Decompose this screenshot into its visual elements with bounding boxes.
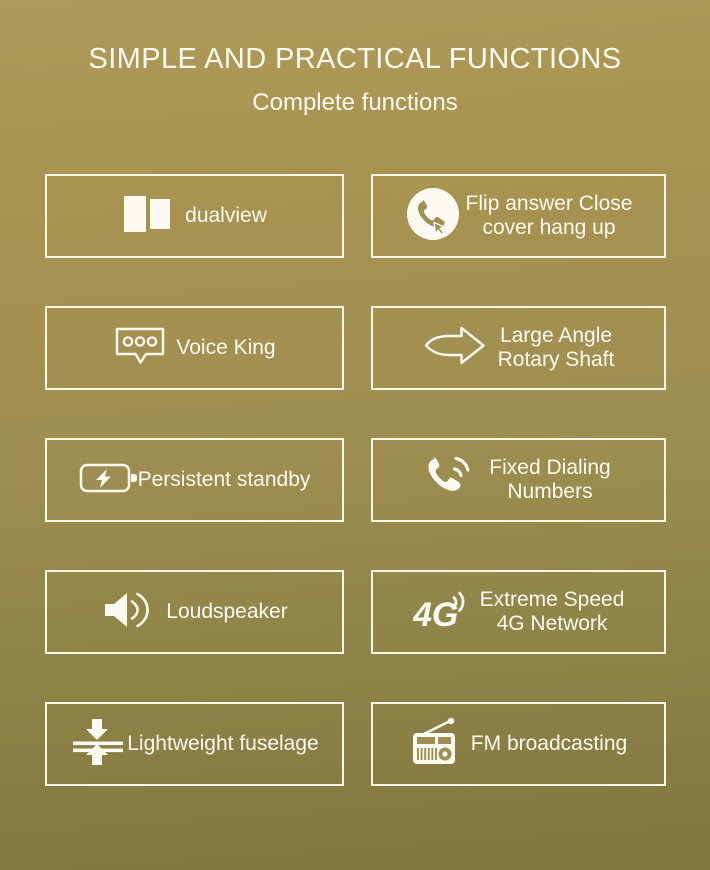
feature-label: Flip answer Close cover hang up bbox=[465, 192, 633, 239]
page-subtitle: Complete functions bbox=[252, 88, 458, 116]
header: SIMPLE AND PRACTICAL FUNCTIONS Complete … bbox=[0, 0, 710, 116]
feature-label: Large Angle Rotary Shaft bbox=[497, 324, 615, 371]
feature-card-rotary-shaft[interactable]: Large Angle Rotary Shaft bbox=[371, 306, 666, 390]
feature-card-dualview[interactable]: dualview bbox=[45, 174, 344, 258]
feature-poster: SIMPLE AND PRACTICAL FUNCTIONS Complete … bbox=[0, 0, 710, 870]
curved-arrow-icon bbox=[423, 325, 489, 372]
feature-card-fixed-dialing[interactable]: Fixed Dialing Numbers bbox=[371, 438, 666, 522]
dialing-phone-icon bbox=[426, 453, 480, 508]
radio-icon bbox=[410, 716, 466, 773]
feature-card-4g-network[interactable]: 4G Extreme Speed 4G Network bbox=[371, 570, 666, 654]
four-g-signal-icon: 4G bbox=[412, 586, 475, 639]
loudspeaker-icon bbox=[101, 587, 157, 638]
page-title: SIMPLE AND PRACTICAL FUNCTIONS bbox=[88, 43, 622, 75]
feature-label: FM broadcasting bbox=[470, 732, 628, 756]
feature-card-flip-answer[interactable]: Flip answer Close cover hang up bbox=[371, 174, 666, 258]
feature-label: Lightweight fuselage bbox=[127, 732, 319, 756]
feature-card-voice-king[interactable]: Voice King bbox=[45, 306, 344, 390]
feature-label: Loudspeaker bbox=[166, 600, 288, 624]
feature-card-persistent-standby[interactable]: Persistent standby bbox=[45, 438, 344, 522]
feature-grid: dualview Flip answer Close cover hang up bbox=[45, 174, 666, 786]
flip-answer-phone-icon bbox=[405, 186, 461, 247]
feature-label: Persistent standby bbox=[137, 468, 311, 492]
feature-card-fm-broadcasting[interactable]: FM broadcasting bbox=[371, 702, 666, 786]
feature-label: Fixed Dialing Numbers bbox=[489, 456, 611, 503]
dualview-icon bbox=[122, 192, 176, 241]
compress-arrows-icon bbox=[70, 715, 126, 774]
svg-text:4G: 4G bbox=[413, 596, 458, 634]
feature-label: dualview bbox=[185, 204, 267, 228]
speech-bubble-icon bbox=[113, 323, 167, 374]
battery-bolt-icon bbox=[79, 460, 138, 501]
feature-card-lightweight-fuselage[interactable]: Lightweight fuselage bbox=[45, 702, 344, 786]
feature-card-loudspeaker[interactable]: Loudspeaker bbox=[45, 570, 344, 654]
feature-label: Voice King bbox=[176, 336, 276, 360]
feature-label: Extreme Speed 4G Network bbox=[479, 588, 625, 635]
